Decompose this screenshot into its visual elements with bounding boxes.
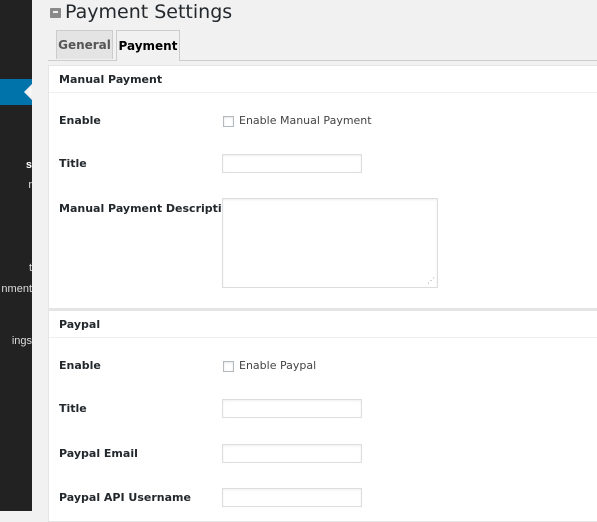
paypal-email-input[interactable] — [222, 444, 362, 463]
description-label: Manual Payment Description — [59, 202, 238, 215]
sidebar-item-fragment[interactable]: s — [26, 159, 32, 171]
enable-paypal-checkbox[interactable] — [223, 361, 234, 372]
enable-label: Enable — [59, 359, 101, 372]
admin-sidebar: t s r t nment ings — [0, 0, 32, 511]
sidebar-item-fragment[interactable]: nment — [1, 283, 32, 295]
page-header: Payment Settings — [50, 0, 232, 24]
section-heading: Paypal — [49, 311, 597, 338]
sidebar-item-fragment[interactable]: t — [29, 86, 32, 98]
paypal-api-username-input[interactable] — [222, 488, 362, 507]
tab-general[interactable]: General — [56, 30, 113, 59]
title-label: Title — [59, 157, 87, 170]
manual-payment-section: Manual Payment Enable Enable Manual Paym… — [48, 65, 597, 310]
enable-label: Enable — [59, 114, 101, 127]
manual-payment-title-input[interactable] — [222, 154, 362, 173]
settings-tabs: General Payment — [48, 30, 597, 61]
page-title: Payment Settings — [65, 1, 233, 23]
resize-grip-icon[interactable]: ⋰ — [427, 277, 435, 285]
manual-payment-description-textarea[interactable]: ⋰ — [222, 198, 438, 288]
sidebar-item-fragment[interactable]: t — [29, 262, 32, 274]
paypal-api-username-label: Paypal API Username — [59, 491, 191, 504]
enable-manual-payment-checkbox[interactable] — [223, 116, 234, 127]
settings-box-icon — [50, 7, 61, 18]
paypal-email-label: Paypal Email — [59, 447, 138, 460]
title-label: Title — [59, 402, 87, 415]
paypal-title-input[interactable] — [222, 399, 362, 418]
tab-payment[interactable]: Payment — [116, 30, 180, 61]
paypal-section: Paypal Enable Enable Paypal Title Paypal… — [48, 310, 597, 522]
enable-paypal-label[interactable]: Enable Paypal — [239, 359, 316, 372]
sidebar-item-fragment[interactable]: r — [28, 179, 32, 191]
section-heading: Manual Payment — [49, 66, 597, 93]
enable-manual-payment-label[interactable]: Enable Manual Payment — [239, 114, 372, 127]
sidebar-item-fragment[interactable]: ings — [12, 335, 32, 347]
